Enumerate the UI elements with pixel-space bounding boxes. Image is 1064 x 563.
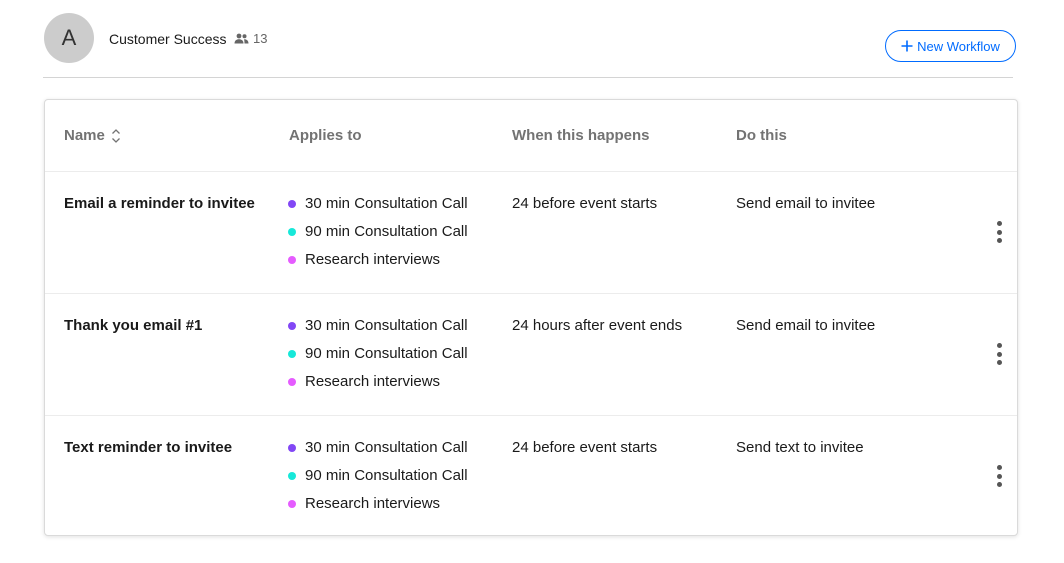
team-name: Customer Success <box>109 31 227 47</box>
new-workflow-label: New Workflow <box>917 38 1000 54</box>
event-color-dot <box>288 322 296 330</box>
event-color-dot <box>288 228 296 236</box>
people-icon <box>234 33 249 44</box>
list-item: Research interviews <box>288 251 468 279</box>
event-color-dot <box>288 378 296 386</box>
team-header: A Customer Success 13 New Workflow <box>0 0 1064 78</box>
new-workflow-button[interactable]: New Workflow <box>885 30 1016 62</box>
column-header-do: Do this <box>736 127 787 144</box>
more-vertical-icon[interactable] <box>989 342 1009 366</box>
action-text: Send email to invitee <box>736 195 876 212</box>
list-item: 90 min Consultation Call <box>288 467 468 495</box>
event-label: 30 min Consultation Call <box>305 439 468 456</box>
column-header-when: When this happens <box>512 127 650 144</box>
table-row: Text reminder to invitee 30 min Consulta… <box>45 416 1017 538</box>
event-list: 30 min Consultation Call 90 min Consulta… <box>288 195 468 279</box>
event-color-dot <box>288 256 296 264</box>
action-text: Send email to invitee <box>736 317 876 334</box>
event-label: 90 min Consultation Call <box>305 223 468 240</box>
event-label: 90 min Consultation Call <box>305 345 468 362</box>
sort-chevrons-icon[interactable] <box>111 128 121 144</box>
workflow-name: Text reminder to invitee <box>64 439 233 456</box>
list-item: 90 min Consultation Call <box>288 223 468 251</box>
event-color-dot <box>288 472 296 480</box>
trigger-text: 24 hours after event ends <box>512 317 683 334</box>
table-row: Email a reminder to invitee 30 min Consu… <box>45 172 1017 294</box>
event-list: 30 min Consultation Call 90 min Consulta… <box>288 317 468 401</box>
more-vertical-icon[interactable] <box>989 464 1009 488</box>
event-label: 90 min Consultation Call <box>305 467 468 484</box>
event-color-dot <box>288 500 296 508</box>
header-divider <box>43 77 1013 78</box>
event-label: 30 min Consultation Call <box>305 317 468 334</box>
event-color-dot <box>288 200 296 208</box>
list-item: Research interviews <box>288 373 468 401</box>
event-label: Research interviews <box>305 251 441 268</box>
event-list: 30 min Consultation Call 90 min Consulta… <box>288 439 468 523</box>
trigger-text: 24 before event starts <box>512 195 658 212</box>
table-header: Name Applies to When this happens Do thi… <box>45 100 1017 172</box>
workflow-name: Thank you email #1 <box>64 317 203 334</box>
event-label: 30 min Consultation Call <box>305 195 468 212</box>
plus-icon <box>901 40 913 52</box>
avatar: A <box>44 13 94 63</box>
action-text: Send text to invitee <box>736 439 864 456</box>
list-item: 90 min Consultation Call <box>288 345 468 373</box>
workflows-table: Name Applies to When this happens Do thi… <box>44 99 1018 536</box>
workflow-name: Email a reminder to invitee <box>64 195 255 212</box>
event-color-dot <box>288 444 296 452</box>
member-count: 13 <box>234 31 267 46</box>
more-vertical-icon[interactable] <box>989 220 1009 244</box>
event-label: Research interviews <box>305 373 441 390</box>
list-item: 30 min Consultation Call <box>288 195 468 223</box>
list-item: 30 min Consultation Call <box>288 439 468 467</box>
trigger-text: 24 before event starts <box>512 439 658 456</box>
member-count-value: 13 <box>253 31 268 46</box>
event-label: Research interviews <box>305 495 441 512</box>
column-header-name[interactable]: Name <box>64 127 121 144</box>
list-item: 30 min Consultation Call <box>288 317 468 345</box>
column-header-name-label: Name <box>64 127 105 144</box>
list-item: Research interviews <box>288 495 468 523</box>
event-color-dot <box>288 350 296 358</box>
column-header-applies-to: Applies to <box>289 127 362 144</box>
table-row: Thank you email #1 30 min Consultation C… <box>45 294 1017 416</box>
